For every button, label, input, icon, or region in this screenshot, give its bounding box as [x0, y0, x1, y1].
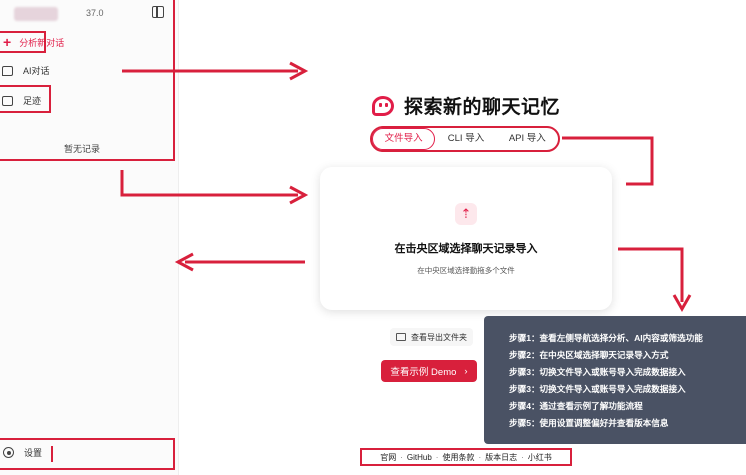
annotation-arrow [618, 247, 684, 302]
annotation-arrow [120, 170, 298, 197]
annotation-arrow [562, 136, 654, 186]
annotation-arrows [120, 61, 692, 313]
